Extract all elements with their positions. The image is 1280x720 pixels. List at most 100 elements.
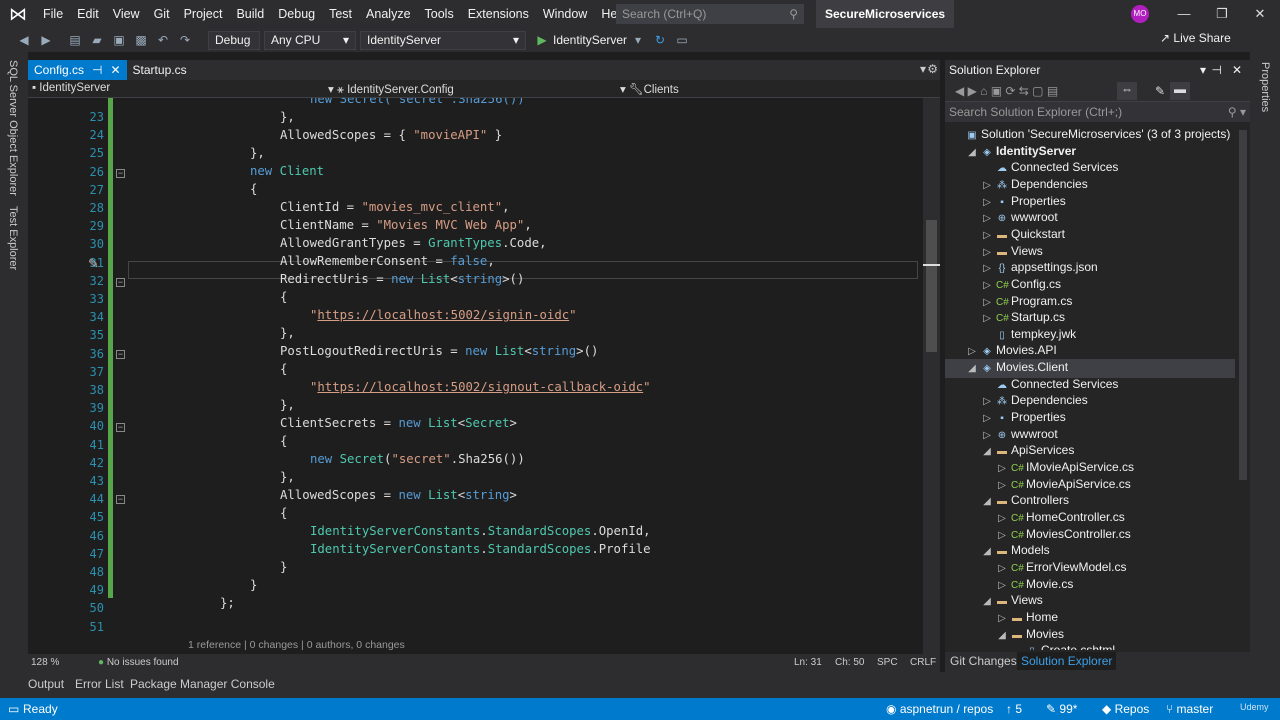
- tree-item-label: ErrorViewModel.cs: [1026, 559, 1127, 574]
- fold-toggle-icon[interactable]: −: [116, 495, 125, 504]
- member-dropdown[interactable]: ▾ 🔧︎Clients: [620, 82, 920, 96]
- line-ending-indicator[interactable]: CRLF: [910, 657, 936, 668]
- repo-button[interactable]: ◉ aspnetrun / repos: [886, 702, 993, 716]
- tree-item-label: ApiServices: [1011, 443, 1075, 458]
- fold-toggle-icon[interactable]: −: [116, 350, 125, 359]
- live-share-button[interactable]: ↗ Live Share: [1160, 31, 1231, 45]
- browser-icon[interactable]: ▭: [674, 32, 690, 48]
- chevron-down-icon[interactable]: ▾: [630, 32, 646, 48]
- tree-item-label: Dependencies: [1011, 393, 1088, 408]
- fold-toggle-icon[interactable]: −: [116, 278, 125, 287]
- minimize-button[interactable]: —: [1166, 0, 1202, 28]
- tree-item[interactable]: ▯Create.cshtml: [945, 642, 1235, 650]
- forward-icon[interactable]: ▶: [38, 32, 54, 48]
- menu-tools[interactable]: Tools: [418, 0, 461, 28]
- maximize-button[interactable]: ❐: [1204, 0, 1240, 28]
- visual-studio-logo-icon[interactable]: ⋈: [0, 0, 36, 28]
- solution-explorer-title: Solution Explorer ✕ ⊣ ▾: [945, 60, 1250, 80]
- class-dropdown[interactable]: ▾ ⚹ IdentityServer.Config: [328, 82, 618, 97]
- repos-button[interactable]: ◆ Repos: [1102, 702, 1149, 716]
- preview-icon[interactable]: ▬: [1170, 82, 1190, 100]
- menu-items: File Edit View Git Project Build Debug Test Anal…: [36, 0, 634, 28]
- pin-icon[interactable]: ⊣: [1212, 60, 1222, 80]
- line-number: 26: [89, 164, 104, 179]
- quick-actions-icon[interactable]: ✎: [88, 256, 99, 272]
- search-input[interactable]: Search (Ctrl+Q) ⚲: [616, 4, 804, 24]
- menu-analyze[interactable]: Analyze: [359, 0, 417, 28]
- tab-error-list[interactable]: Error List: [75, 677, 124, 691]
- search-icon: ⚲: [789, 7, 798, 21]
- menu-window[interactable]: Window: [536, 0, 594, 28]
- scrollbar-thumb[interactable]: [926, 220, 937, 352]
- settings-icon[interactable]: ⚙: [927, 62, 938, 76]
- startup-project-dropdown[interactable]: IdentityServer ▾: [360, 30, 526, 50]
- new-project-icon[interactable]: ▤: [67, 32, 83, 48]
- wrench-icon[interactable]: ✎: [1155, 84, 1165, 98]
- line-indicator[interactable]: Ln: 31: [794, 657, 822, 668]
- run-icon[interactable]: ▶: [534, 32, 550, 48]
- close-icon[interactable]: ✕: [110, 60, 120, 80]
- sync-icon[interactable]: ⇔: [1117, 82, 1137, 100]
- tab-solution-explorer[interactable]: Solution Explorer: [1017, 652, 1117, 670]
- menu-edit[interactable]: Edit: [70, 0, 106, 28]
- unpushed-commits[interactable]: ↑ 5: [1006, 702, 1022, 716]
- arrow-up-icon: ↑: [1006, 702, 1016, 716]
- code-line: AllowedGrantTypes = GrantTypes.Code,: [280, 236, 547, 250]
- fold-toggle-icon[interactable]: −: [116, 423, 125, 432]
- close-icon[interactable]: ✕: [1232, 60, 1242, 80]
- tree-item-label: Movies.API: [996, 343, 1057, 358]
- solution-search-input[interactable]: Search Solution Explorer (Ctrl+;) ⚲ ▾: [945, 102, 1250, 122]
- issues-indicator[interactable]: ● No issues found: [98, 657, 179, 668]
- tab-startup-cs[interactable]: Startup.cs: [127, 60, 193, 80]
- tab-config-cs[interactable]: Config.cs ⊣ ✕: [28, 60, 127, 80]
- code-area[interactable]: new Secret("secret".Sha256()) }, Allowed…: [128, 98, 923, 651]
- menu-test[interactable]: Test: [322, 0, 359, 28]
- code-line: AllowedScopes = { "movieAPI" }: [280, 128, 503, 142]
- pending-changes[interactable]: ✎ 99*: [1046, 702, 1077, 716]
- redo-icon[interactable]: ↷: [177, 32, 193, 48]
- code-editor[interactable]: 23 24 25 26 27 28 29 30 31 32 33 34 35 36 37 38 39 40 41 42…: [28, 98, 923, 654]
- save-icon[interactable]: ▣: [111, 32, 127, 48]
- pin-icon[interactable]: ⊣: [92, 60, 102, 80]
- run-button[interactable]: IdentityServer: [553, 33, 627, 47]
- undo-icon[interactable]: ↶: [155, 32, 171, 48]
- avatar[interactable]: MO: [1131, 5, 1149, 23]
- properties-tab[interactable]: Properties: [1259, 62, 1271, 112]
- refresh-icon[interactable]: ↻: [652, 32, 668, 48]
- sql-server-object-explorer-tab[interactable]: SQL Server Object Explorer: [7, 60, 19, 196]
- url-link[interactable]: https://localhost:5002/signin-oidc: [317, 308, 569, 322]
- tab-git-changes[interactable]: Git Changes: [950, 654, 1017, 668]
- tab-overflow-icon[interactable]: ▾: [920, 62, 926, 76]
- branch-button[interactable]: ⑂ master: [1166, 702, 1213, 716]
- spaces-indicator[interactable]: SPC: [877, 657, 898, 668]
- menu-file[interactable]: File: [36, 0, 70, 28]
- test-explorer-tab[interactable]: Test Explorer: [7, 206, 19, 270]
- home-icon[interactable]: ◀ ▶ ⌂ ▣ ⟳ ⇆ ▢ ▤: [955, 84, 1058, 98]
- zoom-level[interactable]: 128 %: [31, 657, 59, 668]
- open-folder-icon[interactable]: ▰: [89, 32, 105, 48]
- close-window-button[interactable]: ✕: [1242, 0, 1278, 28]
- solution-explorer: Solution Explorer ✕ ⊣ ▾ ◀ ▶ ⌂ ▣ ⟳ ⇆ ▢ ▤ ⇔ ✎…: [945, 60, 1250, 672]
- url-link[interactable]: https://localhost:5002/signout-callback-…: [317, 380, 643, 394]
- editor-scrollbar[interactable]: [923, 98, 940, 654]
- column-indicator[interactable]: Ch: 50: [835, 657, 864, 668]
- menu-git[interactable]: Git: [147, 0, 177, 28]
- menu-extensions[interactable]: Extensions: [461, 0, 536, 28]
- tree-scrollbar-thumb[interactable]: [1239, 130, 1247, 480]
- fold-toggle-icon[interactable]: −: [116, 169, 125, 178]
- menu-view[interactable]: View: [106, 0, 147, 28]
- menu-debug[interactable]: Debug: [271, 0, 322, 28]
- config-dropdown[interactable]: Debug: [208, 30, 260, 50]
- menu-project[interactable]: Project: [177, 0, 230, 28]
- platform-dropdown[interactable]: Any CPU ▾: [264, 30, 356, 50]
- save-all-icon[interactable]: ▩: [133, 32, 149, 48]
- project-dropdown[interactable]: ▪ IdentityServer: [32, 82, 326, 94]
- tab-package-manager-console[interactable]: Package Manager Console: [130, 677, 275, 691]
- menu-build[interactable]: Build: [229, 0, 271, 28]
- chevron-down-icon[interactable]: ▾: [1200, 60, 1206, 80]
- codelens[interactable]: 1 reference | 0 changes | 0 authors, 0 c…: [188, 636, 405, 654]
- line-number: 46: [89, 528, 104, 543]
- tab-output[interactable]: Output: [28, 677, 64, 691]
- back-icon[interactable]: ◀: [16, 32, 32, 48]
- code-line: ClientId = "movies_mvc_client",: [280, 200, 510, 214]
